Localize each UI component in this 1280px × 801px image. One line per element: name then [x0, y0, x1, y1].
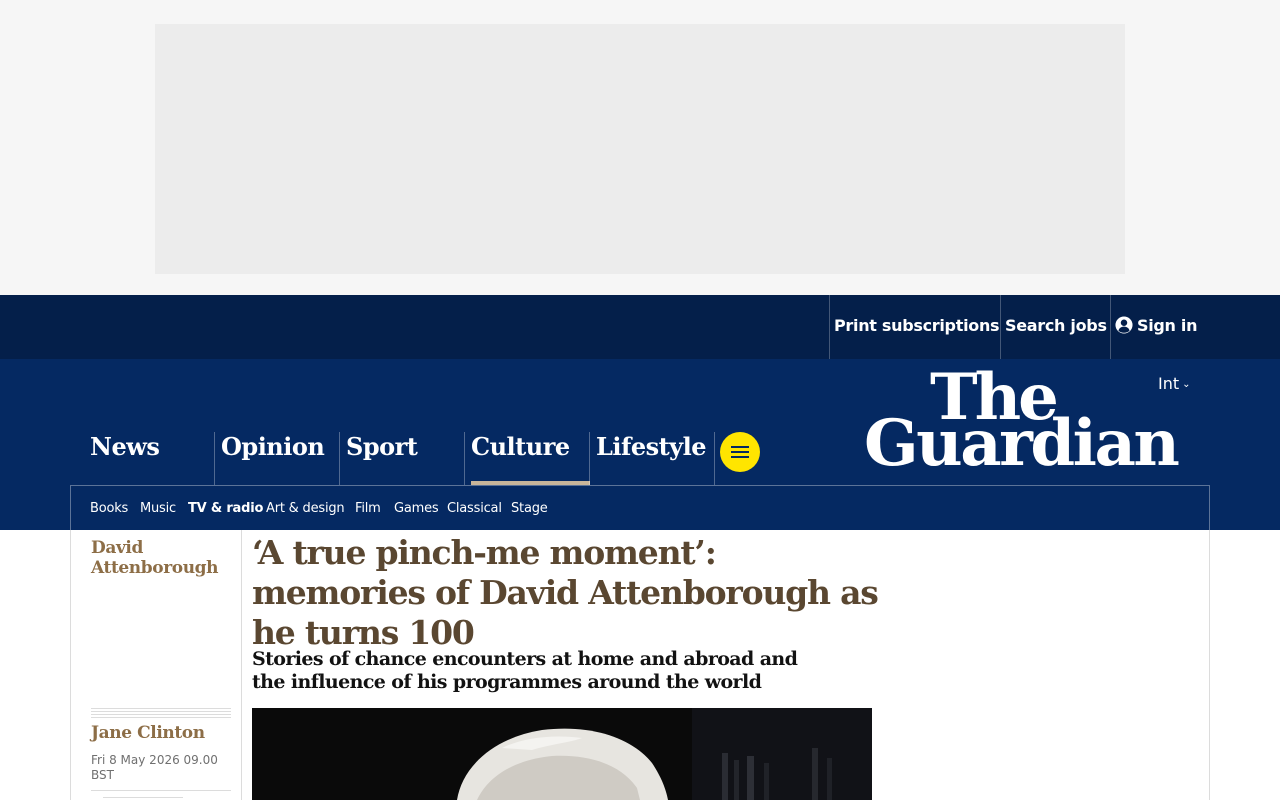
pillar-news-label: News [90, 432, 160, 461]
author-name[interactable]: Jane Clinton [91, 723, 205, 743]
pillar-sport-label: Sport [346, 432, 418, 461]
pillar-lifestyle[interactable]: Lifestyle [589, 432, 715, 485]
sign-in-label: Sign in [1137, 316, 1198, 335]
subnav-item-stage[interactable]: Stage [511, 501, 548, 516]
print-subscriptions-label: Print subscriptions [834, 316, 1000, 335]
left-column-divider [241, 530, 242, 800]
sub-navigation: Books Music TV & radio Art & design Film… [70, 485, 1210, 530]
subnav-item-games[interactable]: Games [394, 501, 439, 516]
hero-photo [252, 708, 872, 800]
subnav-item-music[interactable]: Music [140, 501, 176, 516]
subnav-item-art-design[interactable]: Art & design [266, 501, 345, 516]
pillar-news[interactable]: News [84, 432, 215, 485]
pillar-lifestyle-label: Lifestyle [596, 432, 707, 461]
search-jobs-label: Search jobs [1005, 316, 1107, 335]
advertisement-zone [0, 0, 1280, 295]
article-headline: ‘A true pinch-me moment’: memories of Da… [252, 533, 879, 652]
subnav-item-classical[interactable]: Classical [447, 501, 502, 516]
series-tag[interactable]: David Attenborough [91, 538, 231, 578]
pillar-opinion[interactable]: Opinion [214, 432, 340, 485]
pillar-opinion-label: Opinion [221, 432, 325, 461]
guardian-logo[interactable]: The Guardian [864, 366, 1194, 478]
article-standfirst: Stories of chance encounters at home and… [252, 648, 798, 693]
pillar-culture-label: Culture [471, 432, 570, 461]
advertisement-slot[interactable] [155, 24, 1125, 274]
hero-image[interactable] [252, 708, 872, 800]
meta-bottom-divider [91, 790, 231, 791]
pillar-culture[interactable]: Culture [464, 432, 590, 485]
top-bar: Print subscriptions Search jobs Sign in [0, 295, 1280, 359]
meta-divider [91, 708, 231, 720]
search-jobs-link[interactable]: Search jobs [1000, 295, 1107, 359]
publication-date: Fri 8 May 2026 09.00 BST [91, 753, 218, 782]
sign-in-link[interactable]: Sign in [1110, 295, 1198, 359]
menu-button[interactable] [720, 432, 760, 472]
subnav-item-film[interactable]: Film [355, 501, 381, 516]
share-divider [103, 797, 183, 801]
subnav-item-books[interactable]: Books [90, 501, 128, 516]
user-circle-icon [1115, 316, 1133, 334]
subnav-item-tv-radio[interactable]: TV & radio [188, 501, 263, 516]
print-subscriptions-link[interactable]: Print subscriptions [829, 295, 1000, 359]
pillar-sport[interactable]: Sport [339, 432, 465, 485]
logo-line-2: Guardian [864, 406, 1180, 481]
